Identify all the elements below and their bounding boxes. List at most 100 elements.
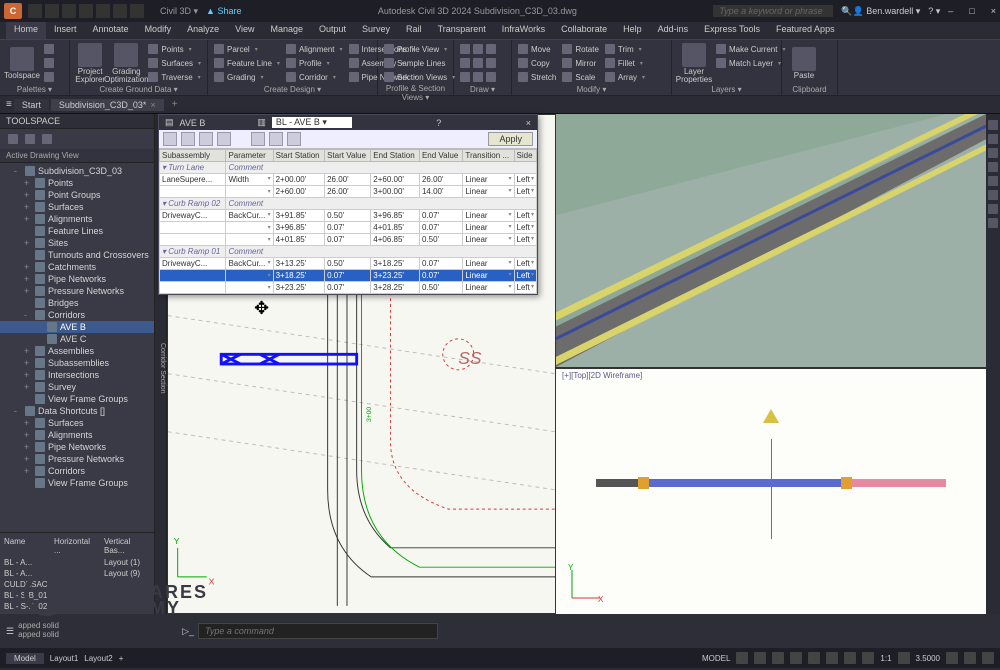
active-view-dropdown[interactable]: Active Drawing View [0,149,154,163]
palette-help-icon[interactable]: ? [436,118,441,128]
tree-bridges[interactable]: Bridges [0,297,154,309]
close-icon[interactable]: × [150,100,155,110]
tree-alignments[interactable]: +Alignments [0,429,154,441]
ribtab-insert[interactable]: Insert [46,22,85,39]
layout1-tab[interactable]: Layout1 [50,654,78,663]
model-tab[interactable]: Model [6,653,44,664]
close-button[interactable]: × [991,6,996,16]
help-icon[interactable]: ? ▾ [928,6,940,17]
ribtab-view[interactable]: View [227,22,262,39]
table-row[interactable]: 3+23.25'0.07'3+28.25'0.50'LinearLeft [160,282,537,294]
tree-assemblies[interactable]: +Assemblies [0,345,154,357]
tree-survey[interactable]: +Survey [0,381,154,393]
tree-view-frame-groups[interactable]: View Frame Groups [0,477,154,489]
ribtab-infraworks[interactable]: InfraWorks [494,22,553,39]
command-menu-icon[interactable]: ☰ [6,626,14,637]
layer-properties-button[interactable]: Layer Properties [676,41,712,85]
apply-button[interactable]: Apply [488,132,533,146]
ribtab-survey[interactable]: Survey [354,22,398,39]
section-viewport[interactable]: [+][Top][2D Wireframe] YX [556,369,986,614]
table-row[interactable]: 3+96.85'0.07'4+01.85'0.07'LinearLeft [160,222,537,234]
tree-intersections[interactable]: +Intersections [0,369,154,381]
tree-surfaces[interactable]: +Surfaces [0,201,154,213]
tree-ave-c[interactable]: AVE C [0,333,154,345]
table-row[interactable]: LaneSupere...Width2+00.00'26.00'2+60.00'… [160,174,537,186]
project-explorer-button[interactable]: Project Explorer [74,41,106,85]
zoom-value[interactable]: 3.5000 [916,654,940,663]
ribtab-rail[interactable]: Rail [398,22,430,39]
tree-corridors[interactable]: -Corridors [0,309,154,321]
tree-pressure-networks[interactable]: +Pressure Networks [0,453,154,465]
ribtab-add-ins[interactable]: Add-ins [650,22,697,39]
maximize-button[interactable]: □ [969,6,974,16]
tree-view-frame-groups[interactable]: View Frame Groups [0,393,154,405]
file-tabs-menu-icon[interactable]: ≡ [6,99,12,110]
table-row[interactable]: DrivewayC...BackCur...3+13.25'0.50'3+18.… [160,258,537,270]
region-icon: ▥ [257,117,266,128]
palette-close-icon[interactable]: × [526,118,531,128]
svg-text:X: X [209,577,215,587]
toolspace-title: TOOLSPACE [0,114,154,129]
table-row[interactable]: 2+60.00'26.00'3+00.00'14.00'LinearLeft [160,186,537,198]
tree-turnouts-and-crossovers[interactable]: Turnouts and Crossovers [0,249,154,261]
scale-dropdown[interactable]: 1:1 [880,654,891,663]
ribtab-collaborate[interactable]: Collaborate [553,22,615,39]
share-button[interactable]: ▲ Share [206,6,241,16]
tree-feature-lines[interactable]: Feature Lines [0,225,154,237]
ribtab-home[interactable]: Home [6,22,46,39]
qat[interactable] [28,4,144,18]
user-menu[interactable]: 👤 Ben.wardell ▾ [852,6,920,17]
minimize-button[interactable]: – [948,6,953,16]
nav-bar[interactable] [986,114,1000,614]
help-search[interactable]: Type a keyword or phrase [713,5,833,17]
tab-start[interactable]: Start [14,99,49,111]
ribtab-output[interactable]: Output [311,22,354,39]
ribtab-express tools[interactable]: Express Tools [696,22,768,39]
product-dropdown[interactable]: Civil 3D ▾ [160,6,198,17]
tree-sites[interactable]: +Sites [0,237,154,249]
layout2-tab[interactable]: Layout2 [84,654,112,663]
tree-subdivision-c3d-03[interactable]: -Subdivision_C3D_03 [0,165,154,177]
command-input[interactable] [198,623,438,639]
tree-alignments[interactable]: +Alignments [0,213,154,225]
app-icon[interactable]: C [4,3,22,19]
ribtab-help[interactable]: Help [615,22,650,39]
3d-viewport[interactable] [556,114,986,369]
region-dropdown[interactable]: BL - AVE B ▾ [272,117,352,128]
tree-ave-b[interactable]: AVE B [0,321,154,333]
tree-corridors[interactable]: +Corridors [0,465,154,477]
table-row[interactable]: DrivewayC...BackCur...3+91.85'0.50'3+96.… [160,210,537,222]
section-editor-grid[interactable]: SubassemblyParameterStart StationStart V… [159,149,537,294]
tree-pipe-networks[interactable]: +Pipe Networks [0,441,154,453]
tab-drawing[interactable]: Subdivision_C3D_03*× [51,99,164,111]
tree-subassemblies[interactable]: +Subassemblies [0,357,154,369]
command-line[interactable]: ☰ apped solidapped solid ▷_ [0,614,1000,648]
tree-surfaces[interactable]: +Surfaces [0,417,154,429]
ribbon-tabs: HomeInsertAnnotateModifyAnalyzeViewManag… [0,22,1000,40]
model-button[interactable]: MODEL [702,654,730,663]
ribtab-annotate[interactable]: Annotate [85,22,137,39]
tree-pipe-networks[interactable]: +Pipe Networks [0,273,154,285]
window-title: Autodesk Civil 3D 2024 Subdivision_C3D_0… [242,6,714,16]
tree-data-shortcuts-[interactable]: -Data Shortcuts [] [0,405,154,417]
toolspace-button[interactable]: Toolspace [4,41,40,85]
tree-catchments[interactable]: +Catchments [0,261,154,273]
ribtab-transparent[interactable]: Transparent [430,22,494,39]
table-row[interactable]: 4+01.85'0.07'4+06.85'0.50'LinearLeft [160,234,537,246]
svg-text:SS: SS [458,348,482,368]
tree-point-groups[interactable]: +Point Groups [0,189,154,201]
ribtab-modify[interactable]: Modify [137,22,180,39]
tree-pressure-networks[interactable]: +Pressure Networks [0,285,154,297]
grading-opt-button[interactable]: Grading Optimization [108,41,144,85]
ribbon: Toolspace Palettes ▾ Project Explorer Gr… [0,40,1000,96]
ribtab-featured apps[interactable]: Featured Apps [768,22,843,39]
search-icon[interactable]: 🔍 [841,6,852,17]
svg-text:Y: Y [174,536,180,546]
table-row[interactable]: 3+18.25'0.07'3+23.25'0.07'LinearLeft [160,270,537,282]
tree-points[interactable]: +Points [0,177,154,189]
new-tab-icon[interactable]: + [166,99,184,110]
section-editor-palette: ▤ AVE B ▥ BL - AVE B ▾ ? × Apply Subasse… [158,114,538,295]
ribtab-analyze[interactable]: Analyze [179,22,227,39]
paste-button[interactable]: Paste [786,41,822,85]
ribtab-manage[interactable]: Manage [262,22,311,39]
